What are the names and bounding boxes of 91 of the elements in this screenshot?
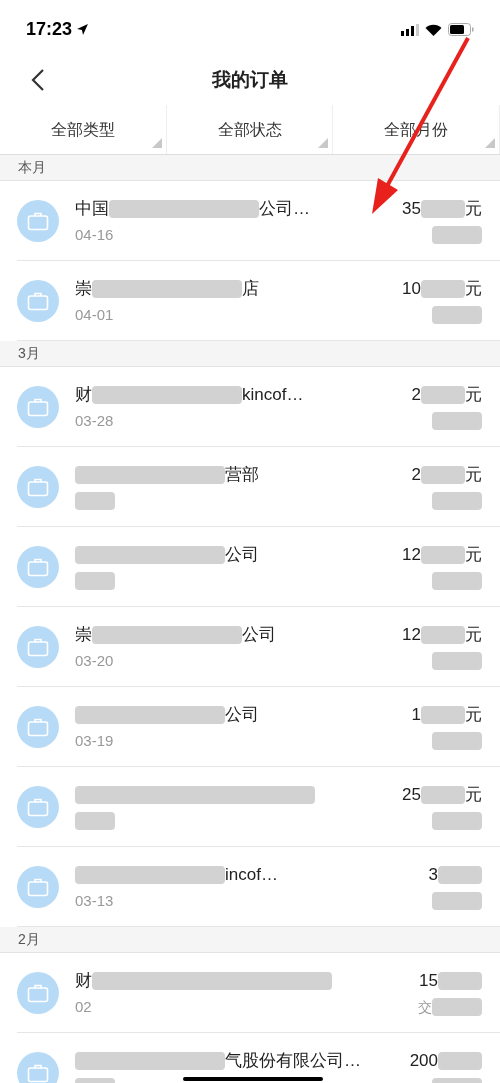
order-title: 财 <box>75 384 92 407</box>
currency-unit: 元 <box>465 624 482 647</box>
briefcase-icon <box>17 386 59 428</box>
order-amount: 10 <box>402 278 421 301</box>
filter-dropdown[interactable]: 全部状态 <box>166 105 334 154</box>
briefcase-icon <box>17 786 59 828</box>
currency-unit: 元 <box>465 278 482 301</box>
blurred-text <box>432 412 482 430</box>
section-header: 2月 <box>0 927 500 953</box>
blurred-text <box>421 386 465 404</box>
order-amount: 1 <box>411 704 421 727</box>
blurred-text <box>421 466 465 484</box>
blurred-text <box>432 572 482 590</box>
currency-unit: 元 <box>465 384 482 407</box>
briefcase-icon <box>17 466 59 508</box>
section-header: 本月 <box>0 155 500 181</box>
order-date: 03-28 <box>75 410 114 431</box>
order-amount: 35 <box>402 198 421 221</box>
order-amount: 15 <box>419 970 438 993</box>
currency-unit: 元 <box>465 544 482 567</box>
blurred-text <box>432 226 482 244</box>
status-time: 17:23 <box>26 18 73 41</box>
blurred-text <box>432 812 482 830</box>
order-title: 崇 <box>75 278 92 301</box>
order-title: 营部 <box>225 464 259 487</box>
filter-dropdown[interactable]: 全部类型 <box>0 105 167 154</box>
order-title: 公司 <box>225 704 259 727</box>
order-amount: 2 <box>411 464 421 487</box>
blurred-text <box>438 972 482 990</box>
order-title: 公司… <box>259 198 310 221</box>
order-amount: 3 <box>428 864 438 887</box>
order-date: 04-01 <box>75 304 114 325</box>
blurred-text <box>421 280 465 298</box>
order-title: 公司 <box>225 544 259 567</box>
briefcase-icon <box>17 706 59 748</box>
battery-icon <box>448 23 474 36</box>
blurred-text <box>432 652 482 670</box>
order-amount: 25 <box>402 784 421 807</box>
blurred-text <box>432 306 482 324</box>
back-icon <box>31 68 45 92</box>
blurred-text <box>421 786 465 804</box>
briefcase-icon <box>17 1052 59 1083</box>
blurred-text <box>75 812 115 830</box>
dropdown-corner-icon <box>485 138 495 148</box>
order-amount: 200 <box>409 1050 438 1073</box>
dropdown-corner-icon <box>318 138 329 148</box>
page-title: 我的订单 <box>212 67 288 92</box>
blurred-text <box>421 200 465 218</box>
order-status: 交 <box>418 997 432 1017</box>
order-title: 崇 <box>75 624 92 647</box>
briefcase-icon <box>17 972 59 1014</box>
blurred-text <box>432 732 482 750</box>
order-amount: 2 <box>411 384 421 407</box>
order-date: 03-13 <box>75 890 114 911</box>
blurred-text <box>75 572 115 590</box>
briefcase-icon <box>17 200 59 242</box>
section-header: 3月 <box>0 341 500 367</box>
currency-unit: 元 <box>465 784 482 807</box>
briefcase-icon <box>17 626 59 668</box>
order-title: 店 <box>242 278 259 301</box>
order-title: kincof… <box>242 384 304 407</box>
currency-unit: 元 <box>465 464 482 487</box>
order-title: 中国 <box>75 198 109 221</box>
order-date: 02 <box>75 996 92 1017</box>
wifi-icon <box>425 23 442 36</box>
location-arrow-icon <box>76 23 90 36</box>
blurred-text <box>438 866 482 884</box>
order-date: 04-16 <box>75 224 114 245</box>
currency-unit: 元 <box>465 704 482 727</box>
signal-icon <box>401 23 419 36</box>
order-amount: 12 <box>402 624 421 647</box>
briefcase-icon <box>17 546 59 588</box>
blurred-text <box>421 546 465 564</box>
blurred-text <box>75 492 115 510</box>
currency-unit: 元 <box>465 198 482 221</box>
briefcase-icon <box>17 866 59 908</box>
blurred-text <box>432 998 482 1016</box>
blurred-text <box>421 706 465 724</box>
blurred-text <box>432 492 482 510</box>
dropdown-corner-icon <box>151 138 162 148</box>
blurred-text <box>421 626 465 644</box>
order-date: 03-19 <box>75 730 114 751</box>
order-title: 公司 <box>242 624 276 647</box>
order-amount: 12 <box>402 544 421 567</box>
blurred-text <box>432 892 482 910</box>
blurred-text <box>438 1052 482 1070</box>
order-title: 财 <box>75 970 92 993</box>
order-date: 03-20 <box>75 650 114 671</box>
order-title: incof… <box>225 864 278 887</box>
briefcase-icon <box>17 280 59 322</box>
order-title: 气股份有限公司… <box>225 1050 361 1073</box>
